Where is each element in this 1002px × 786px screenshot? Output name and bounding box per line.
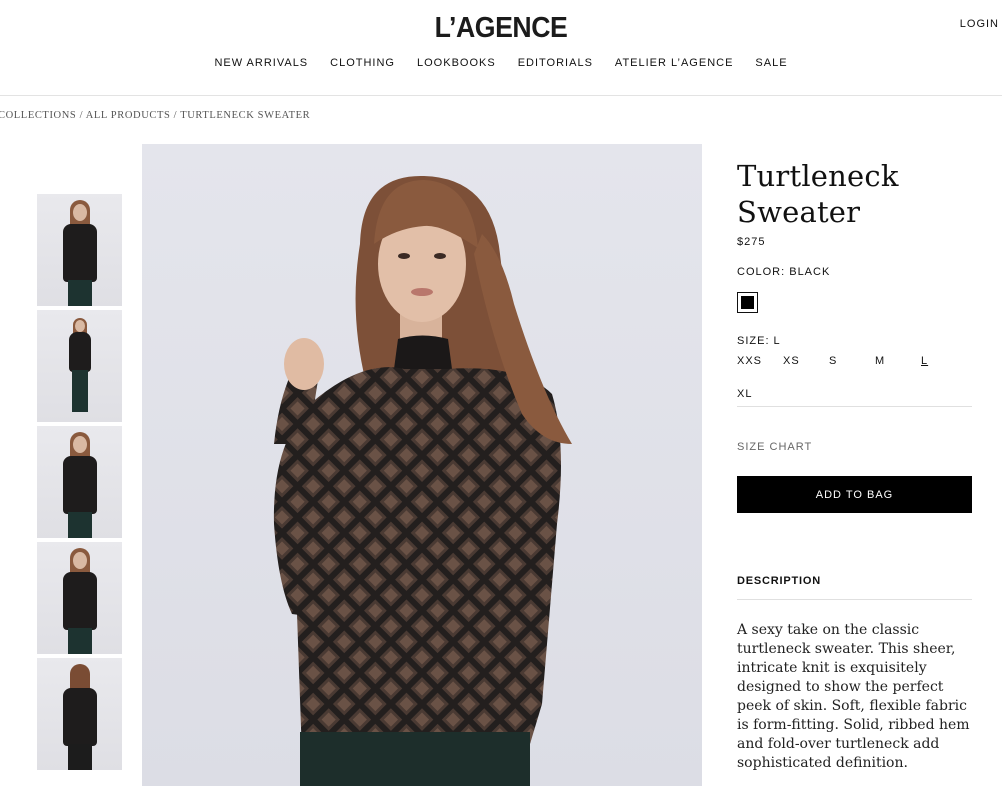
description-heading[interactable]: DESCRIPTION (737, 575, 972, 587)
product-price: $275 (737, 236, 766, 248)
thumbnail-3[interactable] (37, 426, 122, 538)
main-nav: NEW ARRIVALS CLOTHING LOOKBOOKS EDITORIA… (0, 57, 1002, 69)
divider (737, 599, 972, 600)
product-title: Turtleneck Sweater (737, 158, 972, 230)
size-option-m[interactable]: M (875, 355, 921, 388)
add-to-bag-button[interactable]: ADD TO BAG (737, 476, 972, 513)
site-header: L’AGENCE LOGIN NEW ARRIVALS CLOTHING LOO… (0, 0, 1002, 96)
nav-lookbooks[interactable]: LOOKBOOKS (417, 57, 496, 69)
nav-clothing[interactable]: CLOTHING (330, 57, 395, 69)
nav-atelier[interactable]: ATELIER L’AGENCE (615, 57, 734, 69)
size-option-s[interactable]: S (829, 355, 875, 388)
login-link[interactable]: LOGIN (960, 18, 999, 30)
size-options: XXS XS S M L XL (737, 355, 972, 406)
swatch-fill (741, 296, 754, 309)
thumbnail-list (37, 194, 122, 774)
size-chart-link[interactable]: SIZE CHART (737, 441, 972, 453)
color-swatch-black[interactable] (737, 292, 758, 313)
size-label: SIZE: L (737, 335, 781, 347)
color-label: COLOR: BLACK (737, 266, 831, 278)
size-option-xxs[interactable]: XXS (737, 355, 783, 388)
size-option-l[interactable]: L (921, 355, 967, 388)
brand-logo[interactable]: L’AGENCE (40, 12, 962, 45)
product-title-line-2: Sweater (737, 195, 861, 229)
product-main-image[interactable] (142, 144, 702, 786)
thumbnail-1[interactable] (37, 194, 122, 306)
size-option-xl[interactable]: XL (737, 388, 783, 406)
thumbnail-4[interactable] (37, 542, 122, 654)
size-option-xs[interactable]: XS (783, 355, 829, 388)
nav-editorials[interactable]: EDITORIALS (518, 57, 593, 69)
thumbnail-5[interactable] (37, 658, 122, 770)
nav-new-arrivals[interactable]: NEW ARRIVALS (214, 57, 308, 69)
nav-sale[interactable]: SALE (755, 57, 787, 69)
divider (737, 406, 972, 407)
breadcrumb[interactable]: COLLECTIONS / ALL PRODUCTS / TURTLENECK … (0, 110, 310, 121)
product-title-line-1: Turtleneck (737, 159, 899, 193)
thumbnail-2[interactable] (37, 310, 122, 422)
product-info-panel: Turtleneck Sweater $275 COLOR: BLACK SIZ… (737, 158, 972, 773)
product-description: A sexy take on the classic turtleneck sw… (737, 622, 970, 771)
model-illustration (273, 175, 572, 786)
